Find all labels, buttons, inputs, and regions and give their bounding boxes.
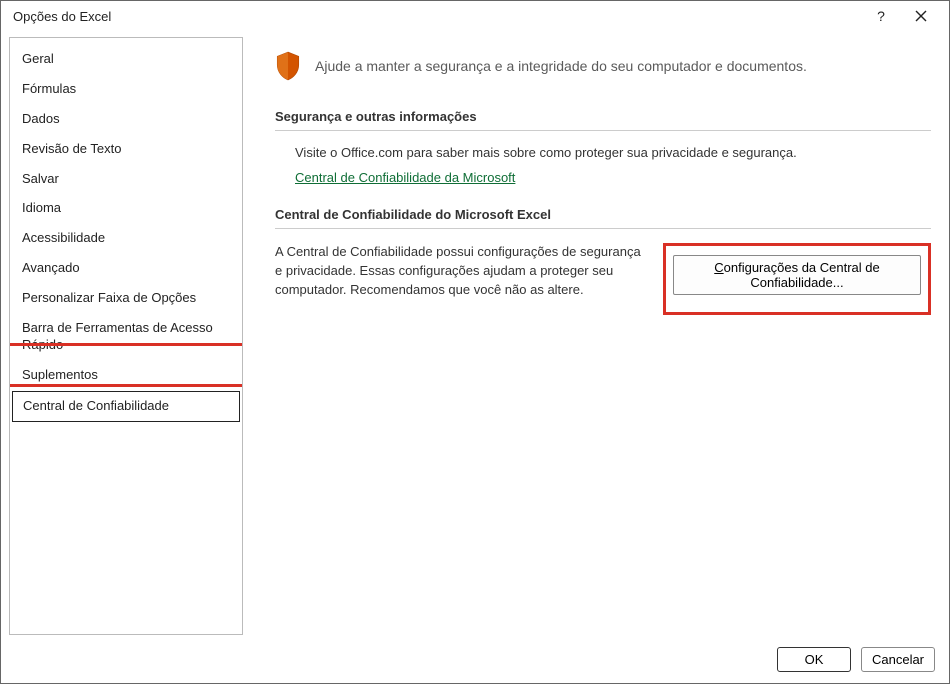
intro-text: Ajude a manter a segurança e a integrida…	[315, 58, 807, 74]
sidebar-item-central-confiabilidade[interactable]: Central de Confiabilidade	[12, 391, 240, 422]
sidebar-item-formulas[interactable]: Fórmulas	[12, 75, 240, 104]
sidebar-item-personalizar-faixa[interactable]: Personalizar Faixa de Opções	[12, 284, 240, 313]
help-button[interactable]: ?	[861, 1, 901, 31]
sidebar-item-dados[interactable]: Dados	[12, 105, 240, 134]
sidebar-item-geral[interactable]: Geral	[12, 45, 240, 74]
sidebar-item-avancado[interactable]: Avançado	[12, 254, 240, 283]
trust-center-button-wrap: Configurações da Central de Confiabilida…	[663, 243, 931, 315]
trust-center-description: A Central de Confiabilidade possui confi…	[275, 243, 645, 300]
section-heading-security-info: Segurança e outras informações	[275, 109, 931, 131]
section-body-trust-center: A Central de Confiabilidade possui confi…	[275, 243, 931, 337]
sidebar-item-barra-acesso-rapido[interactable]: Barra de Ferramentas de Acesso Rápido	[12, 314, 240, 360]
titlebar: Opções do Excel ?	[1, 1, 949, 31]
sidebar-item-acessibilidade[interactable]: Acessibilidade	[12, 224, 240, 253]
security-info-text: Visite o Office.com para saber mais sobr…	[295, 145, 931, 160]
content-pane: Ajude a manter a segurança e a integrida…	[243, 37, 941, 635]
section-body-security-info: Visite o Office.com para saber mais sobr…	[275, 145, 931, 207]
ok-button[interactable]: OK	[777, 647, 851, 672]
intro-row: Ajude a manter a segurança e a integrida…	[275, 51, 931, 81]
trust-center-row: A Central de Confiabilidade possui confi…	[275, 243, 931, 315]
shield-icon	[275, 51, 301, 81]
cancel-button[interactable]: Cancelar	[861, 647, 935, 672]
sidebar-item-revisao[interactable]: Revisão de Texto	[12, 135, 240, 164]
window-title: Opções do Excel	[9, 9, 861, 24]
close-icon	[915, 10, 927, 22]
dialog-body: Geral Fórmulas Dados Revisão de Texto Sa…	[1, 31, 949, 635]
sidebar-item-suplementos[interactable]: Suplementos	[12, 361, 240, 390]
close-button[interactable]	[901, 1, 941, 31]
excel-options-window: Opções do Excel ? Geral Fórmulas Dados R…	[0, 0, 950, 684]
section-heading-trust-center: Central de Confiabilidade do Microsoft E…	[275, 207, 931, 229]
trust-center-settings-button[interactable]: Configurações da Central de Confiabilida…	[673, 255, 921, 295]
footer: OK Cancelar	[1, 635, 949, 683]
sidebar-item-idioma[interactable]: Idioma	[12, 194, 240, 223]
sidebar: Geral Fórmulas Dados Revisão de Texto Sa…	[9, 37, 243, 635]
microsoft-trust-center-link[interactable]: Central de Confiabilidade da Microsoft	[295, 170, 515, 185]
trust-center-settings-button-rest: onfigurações da Central de Confiabilidad…	[724, 260, 880, 290]
sidebar-item-salvar[interactable]: Salvar	[12, 165, 240, 194]
